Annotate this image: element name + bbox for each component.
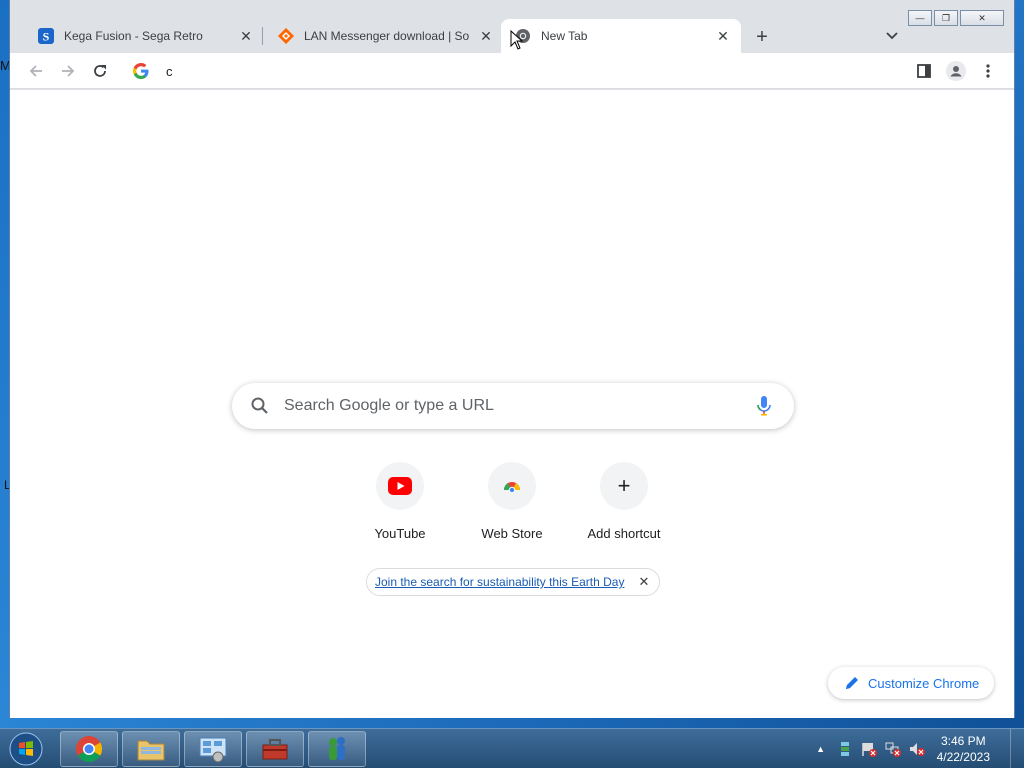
messenger-people-icon (329, 737, 345, 760)
earth-day-promo: Join the search for sustainability this … (366, 568, 660, 596)
taskbar-control-panel[interactable] (184, 731, 242, 767)
sega-retro-favicon-icon: S (38, 28, 54, 44)
address-bar-input[interactable] (166, 62, 866, 80)
windows-start-button[interactable] (4, 731, 48, 767)
new-tab-page: YouTube Web Store + Add shortcut Join th (10, 90, 1014, 718)
window-close-button[interactable]: ✕ (960, 10, 1004, 26)
shortcut-web-store[interactable]: Web Store (456, 462, 568, 550)
pencil-icon (844, 675, 860, 691)
shortcut-add[interactable]: + Add shortcut (568, 462, 680, 550)
reload-icon[interactable] (90, 61, 110, 81)
window-controls: — ❐ ✕ (908, 10, 1004, 26)
forward-arrow-icon[interactable] (58, 61, 78, 81)
earth-day-promo-link[interactable]: Join the search for sustainability this … (375, 575, 624, 589)
sourceforge-favicon-icon (278, 28, 294, 44)
new-tab-button[interactable]: + (750, 25, 774, 49)
shortcut-label: Add shortcut (587, 526, 661, 541)
google-g-icon (132, 62, 150, 80)
control-panel-icon (199, 737, 227, 763)
search-icon (250, 396, 270, 416)
tab-title: New Tab (541, 29, 588, 43)
tab-close-button[interactable]: ✕ (478, 28, 494, 44)
tab-close-button[interactable]: ✕ (715, 28, 731, 44)
kebab-menu-icon[interactable] (978, 61, 998, 81)
taskbar-lan-messenger[interactable] (308, 731, 366, 767)
chrome-icon (76, 736, 103, 763)
maximize-button[interactable]: ❐ (934, 10, 958, 26)
volume-muted-icon[interactable] (909, 741, 925, 757)
profile-avatar-icon[interactable] (946, 61, 966, 81)
clock-date: 4/22/2023 (936, 750, 990, 764)
back-arrow-icon[interactable] (26, 61, 46, 81)
tab-title: LAN Messenger download | SourceForge.net (304, 29, 470, 43)
mouse-cursor-icon (510, 29, 524, 50)
web-store-icon (488, 462, 536, 510)
minimize-button[interactable]: — (908, 10, 932, 26)
chrome-window: S Kega Fusion - Sega Retro ✕ LAN Messeng… (9, 0, 1015, 718)
taskbar-toolbox[interactable] (246, 731, 304, 767)
folder-icon (137, 740, 165, 761)
browser-toolbar (10, 53, 1014, 89)
side-panel-icon[interactable] (914, 61, 934, 81)
taskbar-file-explorer[interactable] (122, 731, 180, 767)
action-center-flag-icon[interactable] (861, 741, 877, 757)
tab-new-tab[interactable]: New Tab ✕ (501, 19, 741, 53)
shortcut-label: YouTube (374, 526, 426, 541)
tab-separator (262, 27, 263, 45)
taskbar-chrome[interactable] (60, 731, 118, 767)
customize-chrome-label: Customize Chrome (868, 675, 980, 691)
microphone-icon[interactable] (754, 394, 774, 418)
tab-close-button[interactable]: ✕ (238, 28, 254, 44)
youtube-icon (376, 462, 424, 510)
tab-search-chevron-icon[interactable] (882, 26, 902, 46)
ntp-search-box[interactable] (232, 383, 794, 429)
system-tray: ▲ 3:46 PM 4/22/2023 (809, 729, 1024, 768)
svg-text:S: S (43, 30, 50, 44)
windows-taskbar: ▲ 3:46 PM 4/22/2023 (0, 728, 1024, 768)
ntp-search-input[interactable] (284, 395, 724, 417)
tab-lan-messenger[interactable]: LAN Messenger download | SourceForge.net… (264, 19, 504, 53)
show-hidden-icons-arrow-icon[interactable]: ▲ (813, 741, 829, 757)
tab-kega-fusion[interactable]: S Kega Fusion - Sega Retro ✕ (24, 19, 264, 53)
shortcut-label: Web Store (481, 526, 543, 541)
show-desktop-button[interactable] (1010, 729, 1024, 768)
network-disconnected-icon[interactable] (885, 741, 901, 757)
customize-chrome-button[interactable]: Customize Chrome (828, 667, 994, 699)
promo-close-button[interactable]: ✕ (637, 574, 651, 589)
toolbox-icon (262, 739, 288, 760)
network-devices-icon[interactable] (837, 741, 853, 757)
clock-time: 3:46 PM (940, 734, 986, 748)
tab-title: Kega Fusion - Sega Retro (64, 29, 203, 43)
add-shortcut-plus-icon: + (600, 462, 648, 510)
shortcut-youtube[interactable]: YouTube (344, 462, 456, 550)
taskbar-clock[interactable]: 3:46 PM 4/22/2023 (937, 733, 990, 765)
